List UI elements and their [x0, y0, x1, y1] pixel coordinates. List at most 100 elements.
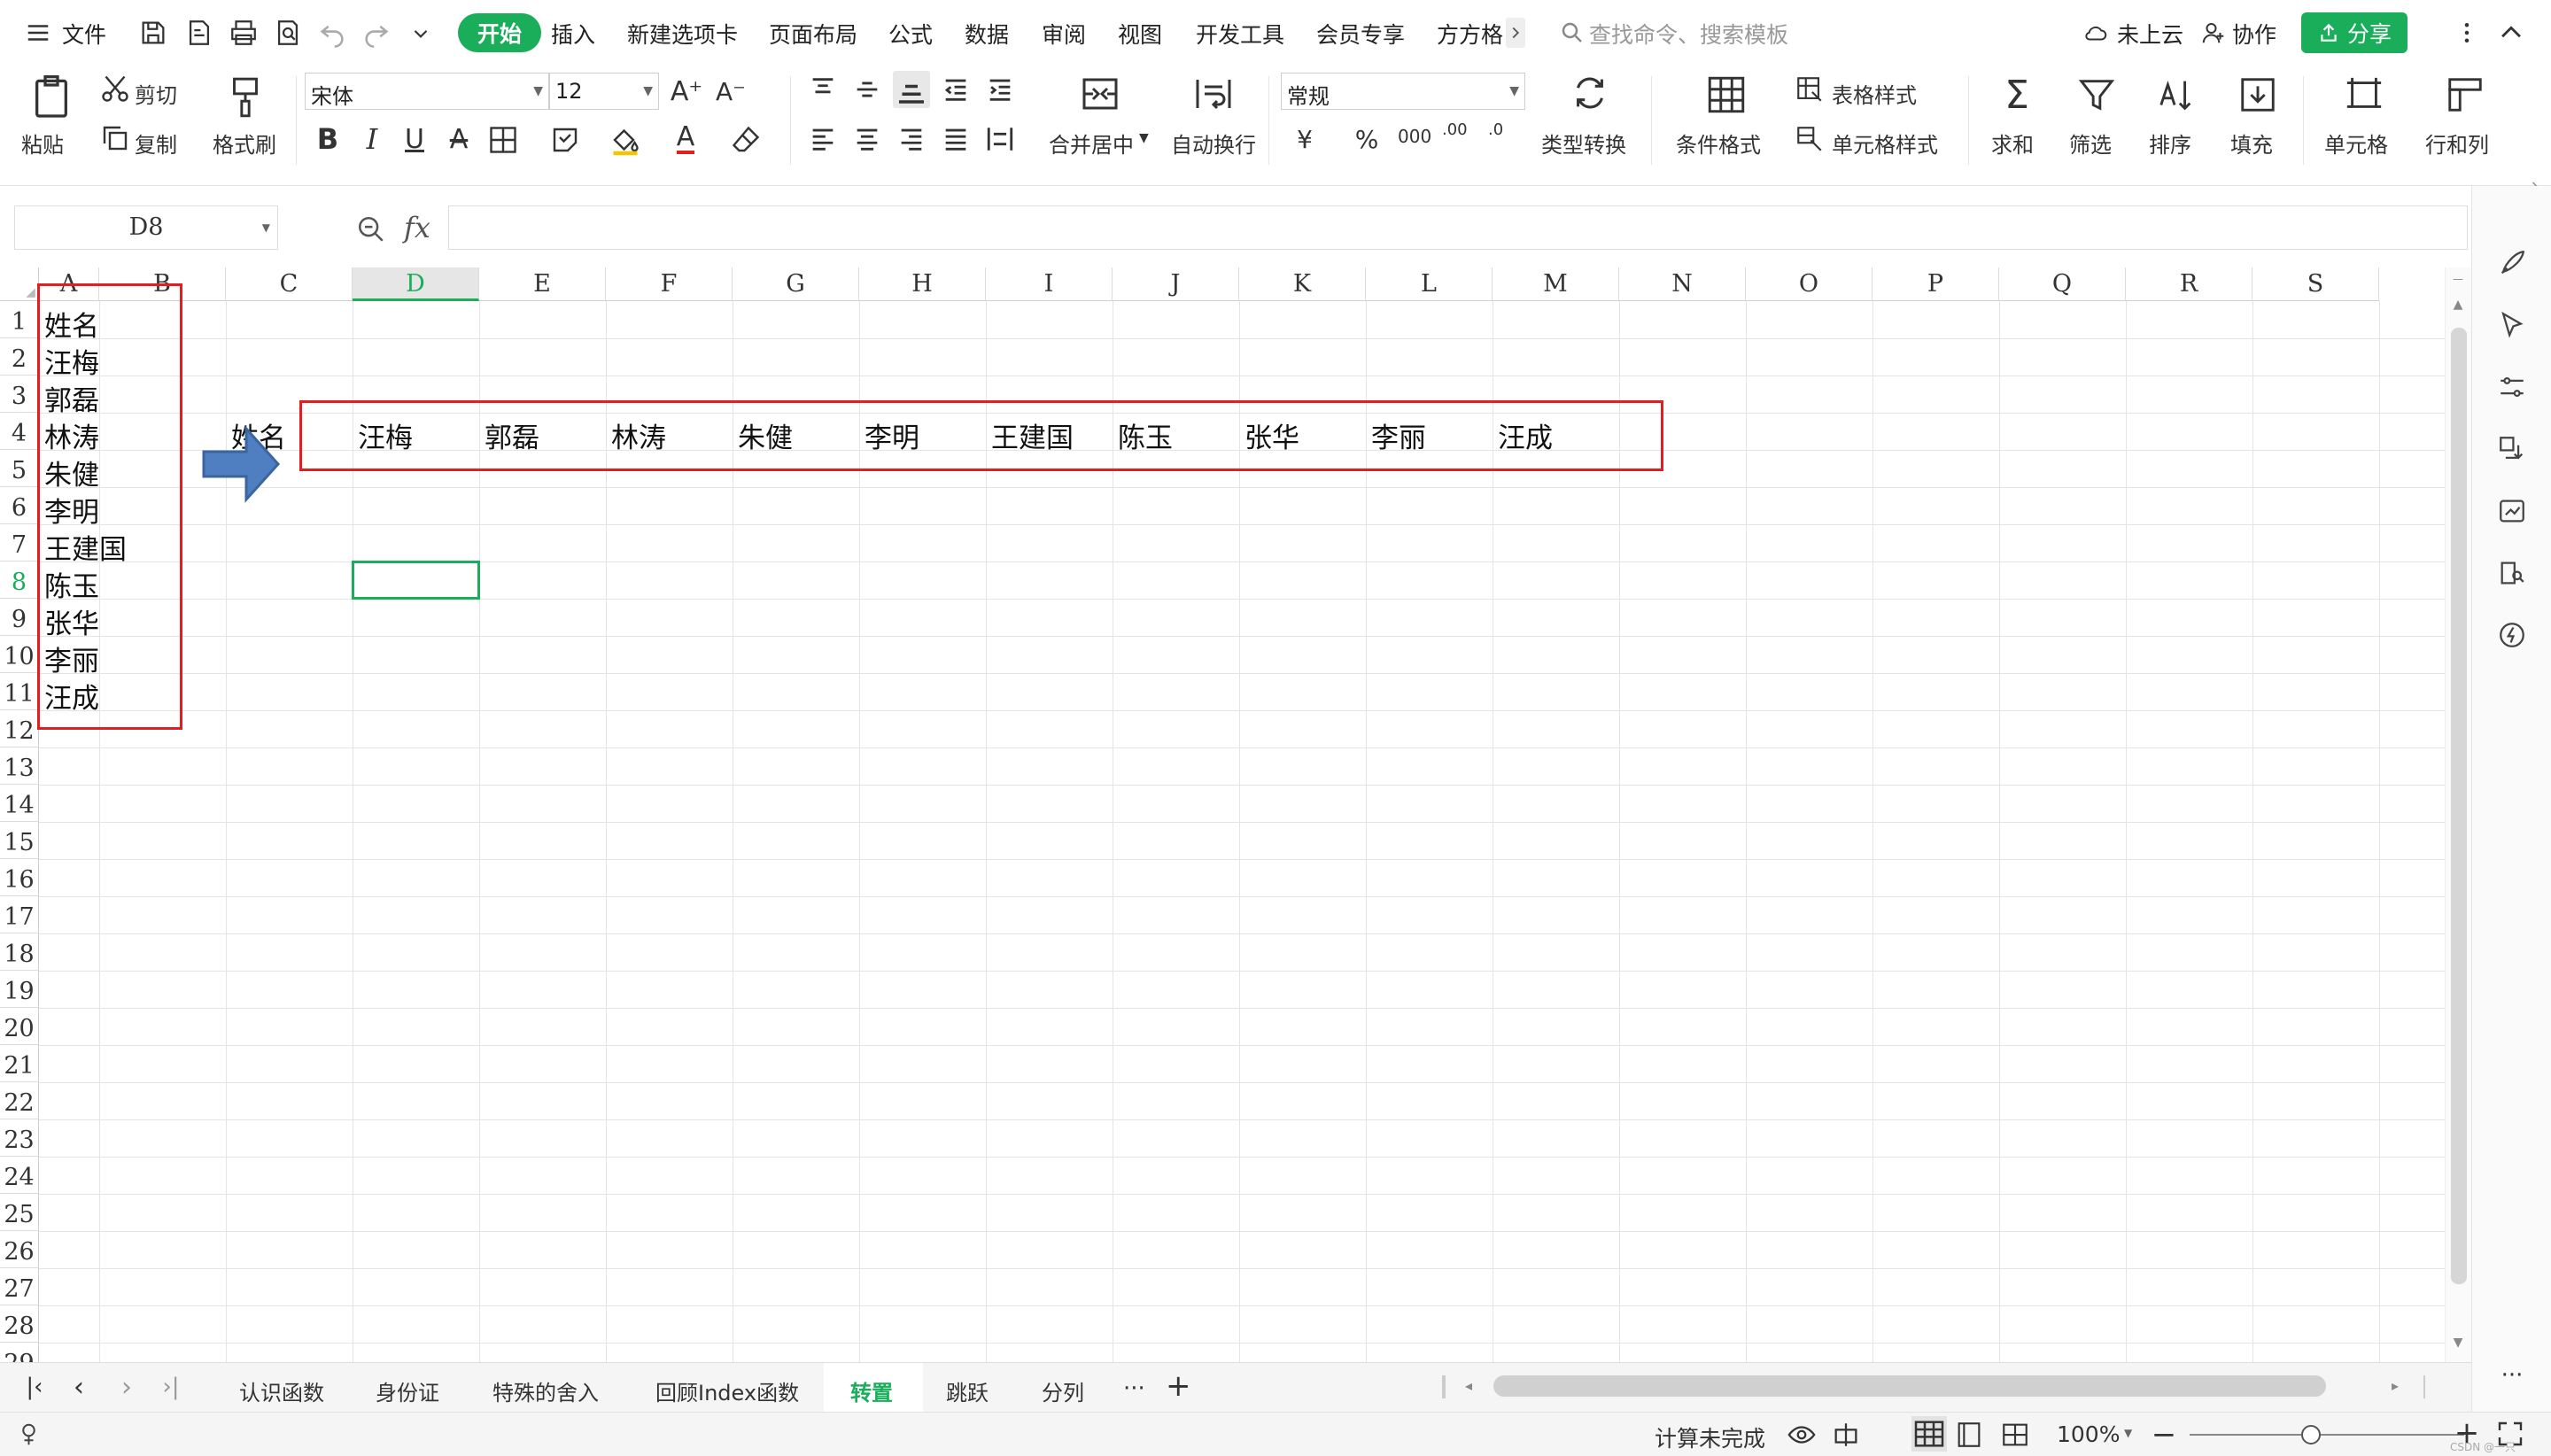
- format-painter-icon[interactable]: [223, 73, 268, 122]
- wrap-text-button[interactable]: 自动换行: [1171, 128, 1256, 159]
- row-header[interactable]: 22: [0, 1082, 39, 1119]
- row-header[interactable]: 7: [0, 524, 39, 561]
- scroll-left-icon[interactable]: ◂: [1465, 1377, 1472, 1394]
- tab-home[interactable]: 开始: [458, 13, 542, 52]
- row-header[interactable]: 28: [0, 1305, 39, 1343]
- align-bottom-icon[interactable]: [893, 71, 930, 108]
- wrap-text-icon[interactable]: [1192, 73, 1235, 115]
- row-header[interactable]: 29: [0, 1343, 39, 1362]
- indent-decrease-icon[interactable]: [941, 74, 971, 105]
- row-col-button[interactable]: 行和列: [2425, 128, 2489, 159]
- sheet-tab[interactable]: 分列: [1042, 1375, 1084, 1406]
- vertical-scrollbar[interactable]: — ▲ ▼: [2445, 267, 2471, 1362]
- align-right-icon[interactable]: [896, 124, 927, 154]
- row-header[interactable]: 23: [0, 1119, 39, 1157]
- scroll-down-icon[interactable]: ▼: [2448, 1336, 2468, 1355]
- decrease-decimal-button[interactable]: .0: [1488, 122, 1503, 138]
- redo-icon[interactable]: [361, 18, 392, 48]
- sheet-tab[interactable]: 认识函数: [239, 1375, 324, 1406]
- column-header[interactable]: G: [733, 267, 859, 301]
- fx-button[interactable]: fx: [404, 211, 430, 244]
- active-cell-d8[interactable]: [352, 561, 480, 600]
- quick-access-dropdown-icon[interactable]: [409, 21, 432, 44]
- format-painter-button[interactable]: 格式刷: [213, 128, 276, 159]
- reading-mode-icon[interactable]: [1830, 1420, 1862, 1450]
- decrease-font-icon[interactable]: A⁻: [714, 74, 748, 108]
- sheet-tab[interactable]: 回顾Index函数: [655, 1375, 799, 1406]
- row-header[interactable]: 8: [0, 561, 39, 599]
- underline-icon[interactable]: U: [399, 122, 430, 156]
- chevron-down-icon[interactable]: ▼: [1139, 131, 1149, 145]
- book-search-icon[interactable]: [2497, 558, 2527, 588]
- print-preview-icon[interactable]: [273, 18, 303, 48]
- name-box[interactable]: D8 ▼: [14, 205, 278, 250]
- next-sheet-icon[interactable]: ›: [113, 1372, 140, 1403]
- table-style-icon[interactable]: [1795, 74, 1825, 105]
- fill-button[interactable]: 填充: [2230, 128, 2273, 159]
- macro-record-icon[interactable]: [18, 1421, 44, 1448]
- fill-color-icon[interactable]: [609, 124, 641, 156]
- export-pdf-icon[interactable]: [184, 18, 214, 48]
- row-header[interactable]: 19: [0, 971, 39, 1008]
- column-header[interactable]: N: [1619, 267, 1746, 301]
- column-header[interactable]: K: [1239, 267, 1366, 301]
- lightning-icon[interactable]: [2497, 620, 2527, 650]
- sum-icon[interactable]: Σ: [1997, 73, 2037, 118]
- column-header[interactable]: F: [606, 267, 733, 301]
- tab-new-tab[interactable]: 新建选项卡: [627, 18, 738, 50]
- strikethrough-icon[interactable]: A: [443, 122, 475, 156]
- border-icon[interactable]: [487, 124, 519, 156]
- cell-style-brush-icon[interactable]: [1795, 124, 1825, 154]
- cut-button[interactable]: 剪切: [135, 78, 177, 109]
- sort-button[interactable]: 排序: [2149, 128, 2191, 159]
- tab-splitter[interactable]: [1442, 1375, 1446, 1398]
- column-header[interactable]: M: [1493, 267, 1619, 301]
- cloud-status[interactable]: 未上云: [2117, 18, 2183, 50]
- sort-icon[interactable]: [2156, 74, 2197, 115]
- save-icon[interactable]: [138, 18, 168, 48]
- font-name-select[interactable]: 宋体 ▼: [305, 73, 549, 110]
- cell-style-icon[interactable]: [549, 124, 581, 156]
- zoom-formula-icon[interactable]: [356, 214, 386, 244]
- page-layout-view-icon[interactable]: [1954, 1420, 1984, 1450]
- transform-icon[interactable]: [2497, 434, 2527, 464]
- conditional-format-icon[interactable]: [1704, 73, 1748, 117]
- row-header[interactable]: 15: [0, 822, 39, 859]
- row-header[interactable]: 13: [0, 747, 39, 785]
- tab-member[interactable]: 会员专享: [1316, 18, 1405, 50]
- add-sheet-button[interactable]: +: [1166, 1368, 1191, 1404]
- merge-center-icon[interactable]: [1079, 73, 1121, 115]
- copy-button[interactable]: 复制: [135, 128, 177, 159]
- last-sheet-icon[interactable]: ›|: [158, 1374, 184, 1400]
- tab-splitter[interactable]: [2423, 1375, 2427, 1398]
- row-header[interactable]: 16: [0, 859, 39, 896]
- search-input[interactable]: 查找命令、搜索模板: [1589, 18, 1788, 50]
- row-header[interactable]: 4: [0, 413, 39, 450]
- row-header[interactable]: 5: [0, 450, 39, 487]
- row-header[interactable]: 9: [0, 599, 39, 636]
- align-center-icon[interactable]: [852, 124, 882, 154]
- filter-button[interactable]: 筛选: [2069, 128, 2112, 159]
- sum-button[interactable]: 求和: [1991, 128, 2034, 159]
- row-header[interactable]: 26: [0, 1231, 39, 1268]
- thousands-separator-button[interactable]: 000: [1398, 126, 1431, 147]
- distributed-icon[interactable]: [985, 124, 1015, 154]
- increase-font-icon[interactable]: A⁺: [670, 74, 703, 108]
- align-top-icon[interactable]: [808, 74, 838, 105]
- zoom-level[interactable]: 100%: [2057, 1421, 2120, 1447]
- align-left-icon[interactable]: [808, 124, 838, 154]
- row-header[interactable]: 10: [0, 636, 39, 673]
- undo-icon[interactable]: [317, 18, 347, 48]
- italic-icon[interactable]: I: [356, 122, 388, 156]
- table-style-button[interactable]: 表格样式: [1832, 78, 1917, 109]
- share-button[interactable]: 分享: [2301, 12, 2408, 53]
- cell-style-button[interactable]: 单元格样式: [1832, 128, 1938, 159]
- scroll-up-icon[interactable]: ▲: [2448, 298, 2468, 317]
- row-header[interactable]: 25: [0, 1194, 39, 1231]
- zoom-slider[interactable]: [2190, 1434, 2464, 1436]
- eraser-icon[interactable]: [730, 124, 762, 156]
- increase-decimal-button[interactable]: .00: [1442, 122, 1468, 138]
- prev-sheet-icon[interactable]: ‹: [66, 1372, 92, 1403]
- rocket-icon[interactable]: [2497, 248, 2527, 278]
- merge-center-button[interactable]: 合并居中: [1049, 128, 1134, 159]
